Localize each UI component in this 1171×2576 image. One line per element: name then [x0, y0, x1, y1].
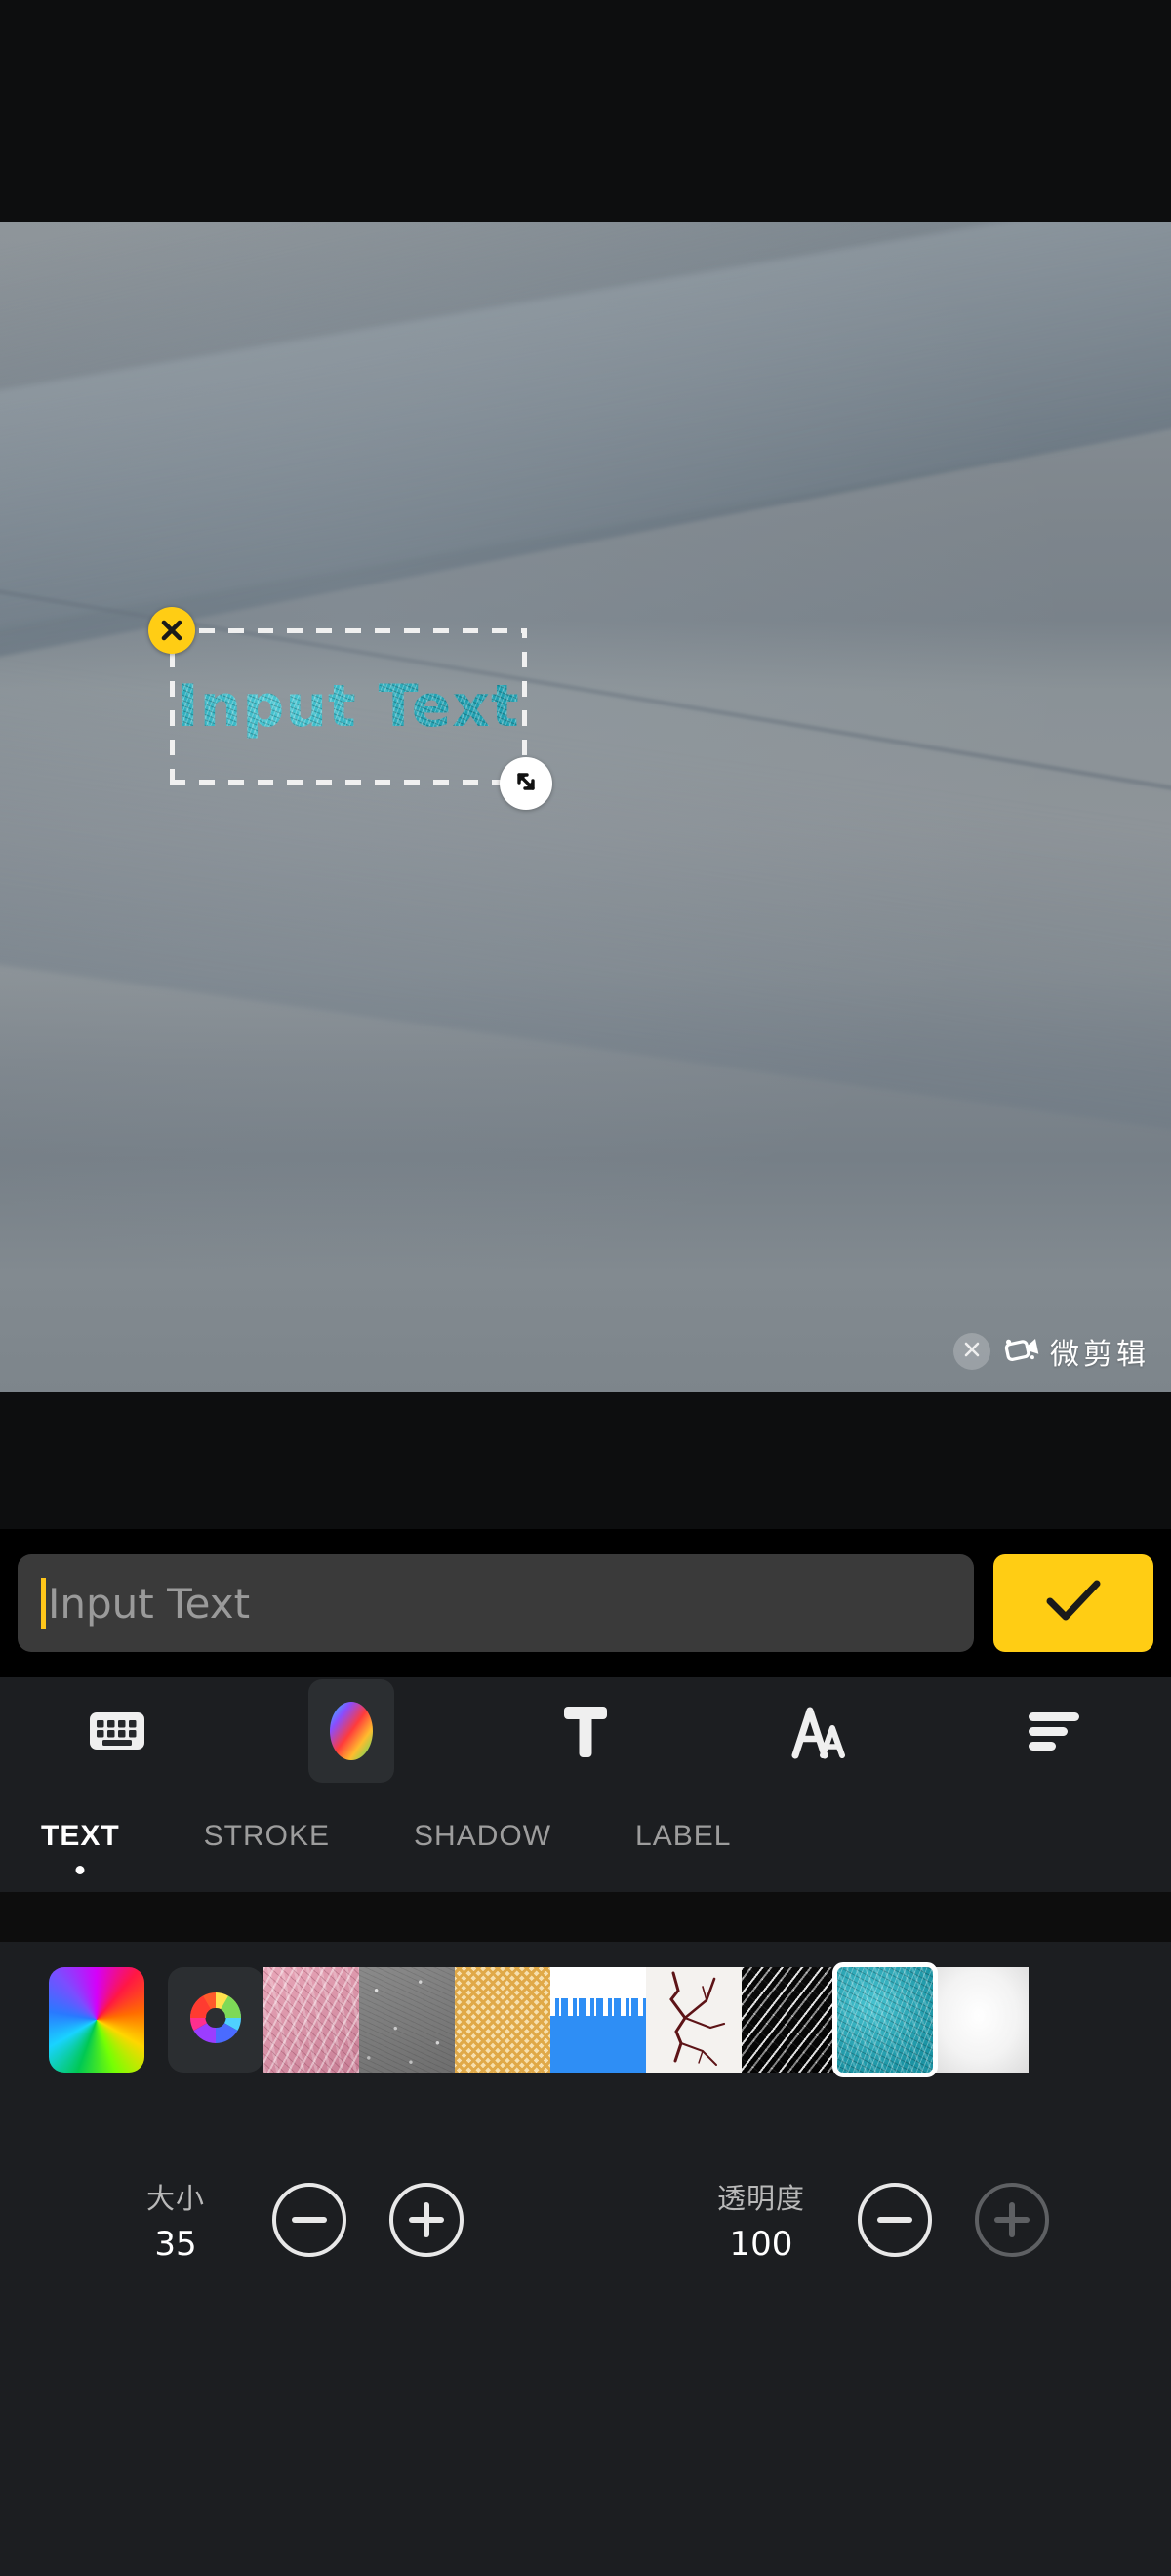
watermark-brand: 微剪辑	[1004, 1330, 1150, 1373]
text-t-icon	[558, 1701, 613, 1761]
swatch-blue-wave[interactable]	[550, 1967, 646, 2073]
background-photo-haze	[0, 222, 1171, 1392]
texture-preview	[359, 1967, 455, 2073]
swatch-rainbow-gradient[interactable]	[49, 1967, 144, 2073]
swatch-yellow-squiggle[interactable]	[455, 1967, 550, 2073]
opacity-stepper-group: 透明度 100	[586, 2176, 1171, 2264]
texture-preview	[455, 1967, 550, 2073]
texture-preview	[933, 1967, 1029, 2073]
keyboard-icon	[89, 1710, 145, 1752]
resize-diagonal-icon	[510, 766, 542, 802]
text-input-placeholder: Input Text	[48, 1579, 251, 1628]
color-wheel-icon	[324, 1698, 379, 1764]
resize-handle[interactable]	[500, 757, 552, 810]
tool-font[interactable]	[468, 1677, 703, 1785]
canvas-gap	[0, 1392, 1171, 1529]
tool-keyboard[interactable]	[0, 1677, 234, 1785]
opacity-increase-button[interactable]	[975, 2183, 1049, 2257]
swatch-teal-crumple[interactable]	[832, 1962, 938, 2077]
tab-label[interactable]: LABEL	[635, 1820, 731, 1857]
tab-shadow-label: SHADOW	[414, 1820, 552, 1852]
opacity-decrease-button[interactable]	[858, 2183, 932, 2257]
plus-icon	[409, 2202, 444, 2237]
swatch-white-crack[interactable]	[646, 1967, 742, 2073]
size-label-block: 大小 35	[122, 2176, 229, 2264]
delete-text-button[interactable]	[148, 607, 195, 654]
tab-active-dot	[75, 1866, 85, 1874]
bottom-filler	[0, 2342, 1171, 2576]
confirm-button[interactable]	[993, 1554, 1153, 1652]
style-tabs: TEXT STROKE SHADOW LABEL	[0, 1785, 1171, 1892]
text-object[interactable]: Input Text	[148, 607, 552, 810]
texture-preview	[550, 1967, 646, 2073]
swatch-white-gloss[interactable]	[933, 1967, 1029, 2073]
status-bar	[0, 0, 1171, 222]
watermark-label: 微剪辑	[1050, 1338, 1150, 1372]
preview-canvas[interactable]: Input Text 微剪辑	[0, 222, 1171, 1392]
check-icon	[1042, 1576, 1105, 1631]
swatch-color-picker[interactable]	[168, 1967, 263, 2073]
tab-text-label: TEXT	[41, 1820, 120, 1852]
opacity-value: 100	[729, 2225, 793, 2264]
style-tool-bar	[0, 1677, 1171, 1785]
tool-color[interactable]	[234, 1677, 468, 1785]
minus-icon	[292, 2217, 327, 2223]
watermark: 微剪辑	[953, 1330, 1150, 1373]
video-camera-icon	[1004, 1335, 1041, 1369]
swatch-grey-concrete[interactable]	[359, 1967, 455, 2073]
font-size-aa-icon	[789, 1701, 850, 1761]
color-swatch-strip[interactable]	[0, 1942, 1171, 2098]
app-root: Input Text 微剪辑 Input Text TEXT STROKE SH…	[0, 0, 1171, 2576]
tab-stroke-label: STROKE	[203, 1820, 331, 1852]
texture-preview	[263, 1967, 359, 2073]
plus-icon	[994, 2202, 1030, 2237]
tab-label-label: LABEL	[635, 1820, 732, 1852]
close-x-icon	[159, 618, 184, 643]
aperture-icon	[185, 1988, 246, 2053]
texture-preview	[742, 1967, 837, 2073]
opacity-label: 透明度	[716, 2182, 805, 2215]
tab-text[interactable]: TEXT	[41, 1820, 120, 1874]
texture-preview	[646, 1967, 742, 2073]
tool-font-size[interactable]	[703, 1677, 937, 1785]
swatch-black-foil[interactable]	[742, 1967, 837, 2073]
size-increase-button[interactable]	[389, 2183, 464, 2257]
adjust-controls: 大小 35 透明度 100	[0, 2098, 1171, 2342]
text-cursor	[41, 1578, 46, 1629]
size-value: 35	[154, 2225, 197, 2264]
text-input-field[interactable]: Input Text	[18, 1554, 974, 1652]
close-icon	[961, 1339, 983, 1365]
texture-preview	[837, 1967, 933, 2073]
tab-stroke[interactable]: STROKE	[204, 1820, 330, 1857]
size-decrease-button[interactable]	[272, 2183, 346, 2257]
minus-icon	[877, 2217, 912, 2223]
size-stepper-group: 大小 35	[0, 2176, 586, 2264]
text-object-content: Input Text	[177, 672, 520, 741]
align-lines-icon	[1027, 1708, 1081, 1754]
opacity-label-block: 透明度 100	[707, 2176, 815, 2264]
swatch-crumpled-pink-paper[interactable]	[263, 1967, 359, 2073]
watermark-close-button[interactable]	[953, 1333, 990, 1370]
size-label: 大小	[145, 2182, 205, 2215]
text-input-row: Input Text	[0, 1529, 1171, 1677]
tab-shadow[interactable]: SHADOW	[414, 1820, 551, 1857]
tool-align[interactable]	[937, 1677, 1171, 1785]
